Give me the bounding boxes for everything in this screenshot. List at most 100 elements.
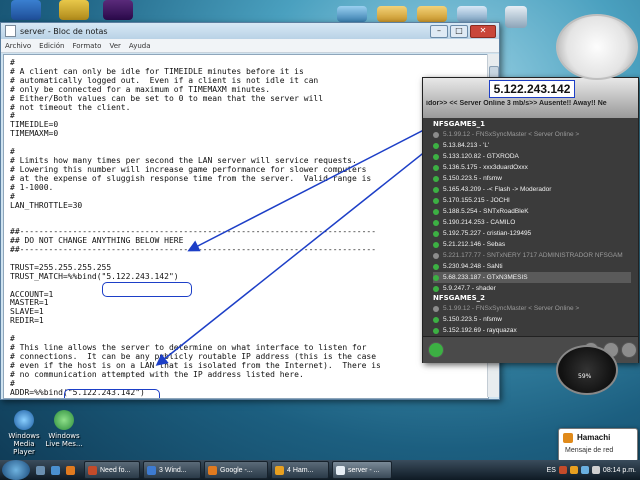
hamachi-peer-row[interactable]: 5.68.233.187 - GTxN3MESIS [433, 272, 631, 283]
hamachi-peer-row[interactable]: 5.9.247.7 - shader [433, 283, 631, 294]
offline-status-icon [433, 305, 439, 312]
maximize-button[interactable]: □ [450, 24, 468, 38]
hamachi-peer-row[interactable]: 5.190.214.253 - CAMILO [433, 217, 631, 228]
browser-icon[interactable] [66, 465, 75, 475]
menu-format[interactable]: Formato [73, 42, 102, 50]
taskbar-button[interactable]: 3 Wind... [143, 461, 201, 479]
network-icon [337, 6, 367, 22]
documents-icon [457, 6, 487, 22]
hamachi-peer-row[interactable]: 5.221.177.77 - SNTxNERY 1717 ADMINISTRAD… [433, 250, 631, 261]
hamachi-taskbar-icon [275, 465, 284, 475]
offline-status-icon [433, 252, 439, 259]
firefox-icon [208, 465, 217, 475]
hamachi-status-text[interactable]: idor>> << Server Online 3 mb/s>> Ausente… [426, 100, 635, 107]
menu-help[interactable]: Ayuda [129, 42, 151, 50]
menu-edit[interactable]: Edición [39, 42, 64, 50]
hamachi-peer-label: 5.133.120.82 - GTXRODA [443, 153, 519, 160]
taskbar-button-label: Need fo... [100, 466, 131, 474]
taskbar-button[interactable]: Google -... [204, 461, 268, 479]
trust-match-highlight [102, 282, 192, 297]
power-icon[interactable] [428, 342, 444, 358]
hamachi-network-group[interactable]: NFSGAMES_2 [433, 294, 631, 303]
hamachi-peer-row[interactable]: 5.192.75.227 - cristian-129495 [433, 228, 631, 239]
hamachi-peer-label: 5.1.99.12 - FNSxSyncMaster < Server Onli… [443, 305, 580, 312]
desktop-icon-live-messenger[interactable]: Windows Live Mes... [42, 410, 86, 448]
desktop: Windows Media Player Windows Live Mes...… [0, 0, 640, 480]
hamachi-notification[interactable]: Hamachi Mensaje de red [558, 428, 638, 462]
notepad-titlebar[interactable]: server - Bloc de notas – □ ✕ [1, 23, 499, 39]
hamachi-peer-row[interactable]: 5.133.120.82 - GTXRODA [433, 151, 631, 162]
close-button[interactable]: ✕ [470, 24, 496, 38]
online-status-icon [433, 186, 439, 193]
minimize-button[interactable]: – [430, 24, 448, 38]
menu-view[interactable]: Ver [109, 42, 120, 50]
notification-subtitle: Mensaje de red [565, 447, 614, 454]
window-title: server - Bloc de notas [20, 26, 108, 36]
hamachi-peer-label: 5.13.84.213 - 'L' [443, 142, 490, 149]
hamachi-peer-row[interactable]: 5.1.99.12 - FNSxSyncMaster < Server Onli… [433, 303, 631, 314]
language-indicator[interactable]: ES [547, 467, 556, 474]
recycle-bin[interactable] [494, 6, 538, 30]
hamachi-peer-row[interactable]: 5.13.84.213 - 'L' [433, 140, 631, 151]
hamachi-peer-label: 5.150.223.5 - nfsmw [443, 316, 502, 323]
text-editor[interactable]: # # A client can only be idle for TIMEID… [3, 54, 489, 399]
clock-gadget[interactable] [556, 14, 638, 80]
system-tray: ES 08:14 p.m. [547, 460, 640, 480]
online-status-icon [433, 164, 439, 171]
hamachi-peer-row[interactable]: 5.21.212.146 - Sebas [433, 239, 631, 250]
hamachi-peer-label: 5.230.94.248 - SaNti [443, 263, 503, 270]
taskbar-button[interactable]: server - ... [332, 461, 392, 479]
network-tray-icon[interactable] [580, 466, 589, 474]
online-status-icon [433, 327, 439, 334]
hamachi-peer-row[interactable]: 5.152.192.69 - rayquazax [433, 325, 631, 335]
hamachi-peer-label: 5.152.192.69 - rayquazax [443, 327, 517, 334]
online-status-icon [433, 197, 439, 204]
tray-icon[interactable] [569, 466, 578, 474]
settings-icon[interactable] [621, 342, 637, 358]
hamachi-peer-row[interactable]: 5.150.223.5 - nfsmw [433, 173, 631, 184]
hamachi-peer-label: 5.136.5.175 - xxx3duardOxxx [443, 164, 528, 171]
hamachi-icon [563, 433, 573, 443]
desktop-icon-top-2[interactable] [52, 0, 96, 22]
gauge-value: 59% [578, 373, 592, 380]
desktop-icon-top-3[interactable] [96, 0, 140, 22]
file-content[interactable]: # # A client can only be idle for TIMEID… [10, 58, 381, 397]
hamachi-peer-label: 5.9.247.7 - shader [443, 285, 496, 292]
hamachi-peer-row[interactable]: 5.170.155.215 - JOCHI [433, 195, 631, 206]
premiere-icon [103, 0, 133, 20]
online-status-icon [433, 153, 439, 160]
taskbar-clock[interactable]: 08:14 p.m. [603, 467, 636, 474]
volume-icon[interactable] [591, 466, 600, 474]
hamachi-peer-label: 5.21.212.146 - Sebas [443, 241, 506, 248]
hamachi-peer-row[interactable]: 5.165.43.209 - -< Flash -> Moderador [433, 184, 631, 195]
start-button[interactable] [2, 460, 30, 480]
hamachi-window: 5.122.243.142 idor>> << Server Online 3 … [422, 77, 639, 363]
hamachi-peer-row[interactable]: 5.150.223.5 - nfsmw [433, 314, 631, 325]
hamachi-peer-label: 5.165.43.209 - -< Flash -> Moderador [443, 186, 552, 193]
hamachi-peer-row[interactable]: 5.136.5.175 - xxx3duardOxxx [433, 162, 631, 173]
taskbar-button-label: 4 Ham... [287, 466, 314, 474]
show-desktop-icon[interactable] [36, 465, 45, 475]
menu-file[interactable]: Archivo [5, 42, 31, 50]
notepad-icon [336, 465, 345, 475]
hamachi-peer-label: 5.68.233.187 - GTxN3MESIS [443, 274, 528, 281]
hamachi-ip[interactable]: 5.122.243.142 [489, 80, 575, 98]
switch-windows-icon[interactable] [51, 465, 60, 475]
tray-icon[interactable] [558, 466, 567, 474]
app-icon [11, 0, 41, 20]
taskbar-button[interactable]: Need fo... [84, 461, 140, 479]
hamachi-peer-label: 5.221.177.77 - SNTxNERY 1717 ADMINISTRAD… [443, 252, 623, 259]
desktop-icon-top-1[interactable] [4, 0, 48, 22]
taskbar-button[interactable]: 4 Ham... [271, 461, 329, 479]
hamachi-network-group[interactable]: NFSGAMES_1 [433, 120, 631, 129]
notepad-app-icon [5, 25, 16, 37]
hamachi-header: 5.122.243.142 idor>> << Server Online 3 … [423, 78, 638, 118]
addr-highlight [64, 389, 160, 398]
cpu-gauge-gadget[interactable]: 59% [556, 345, 618, 395]
recycle-bin-icon [505, 6, 527, 28]
hamachi-peer-row[interactable]: 5.188.5.254 - SNTxRoadBleK [433, 206, 631, 217]
hamachi-peer-row[interactable]: 5.230.94.248 - SaNti [433, 261, 631, 272]
hamachi-peer-label: 5.190.214.253 - CAMILO [443, 219, 516, 226]
hamachi-peer-row[interactable]: 5.1.99.12 - FNSxSyncMaster < Server Onli… [433, 129, 631, 140]
desktop-icon-media-player[interactable]: Windows Media Player [2, 410, 46, 456]
